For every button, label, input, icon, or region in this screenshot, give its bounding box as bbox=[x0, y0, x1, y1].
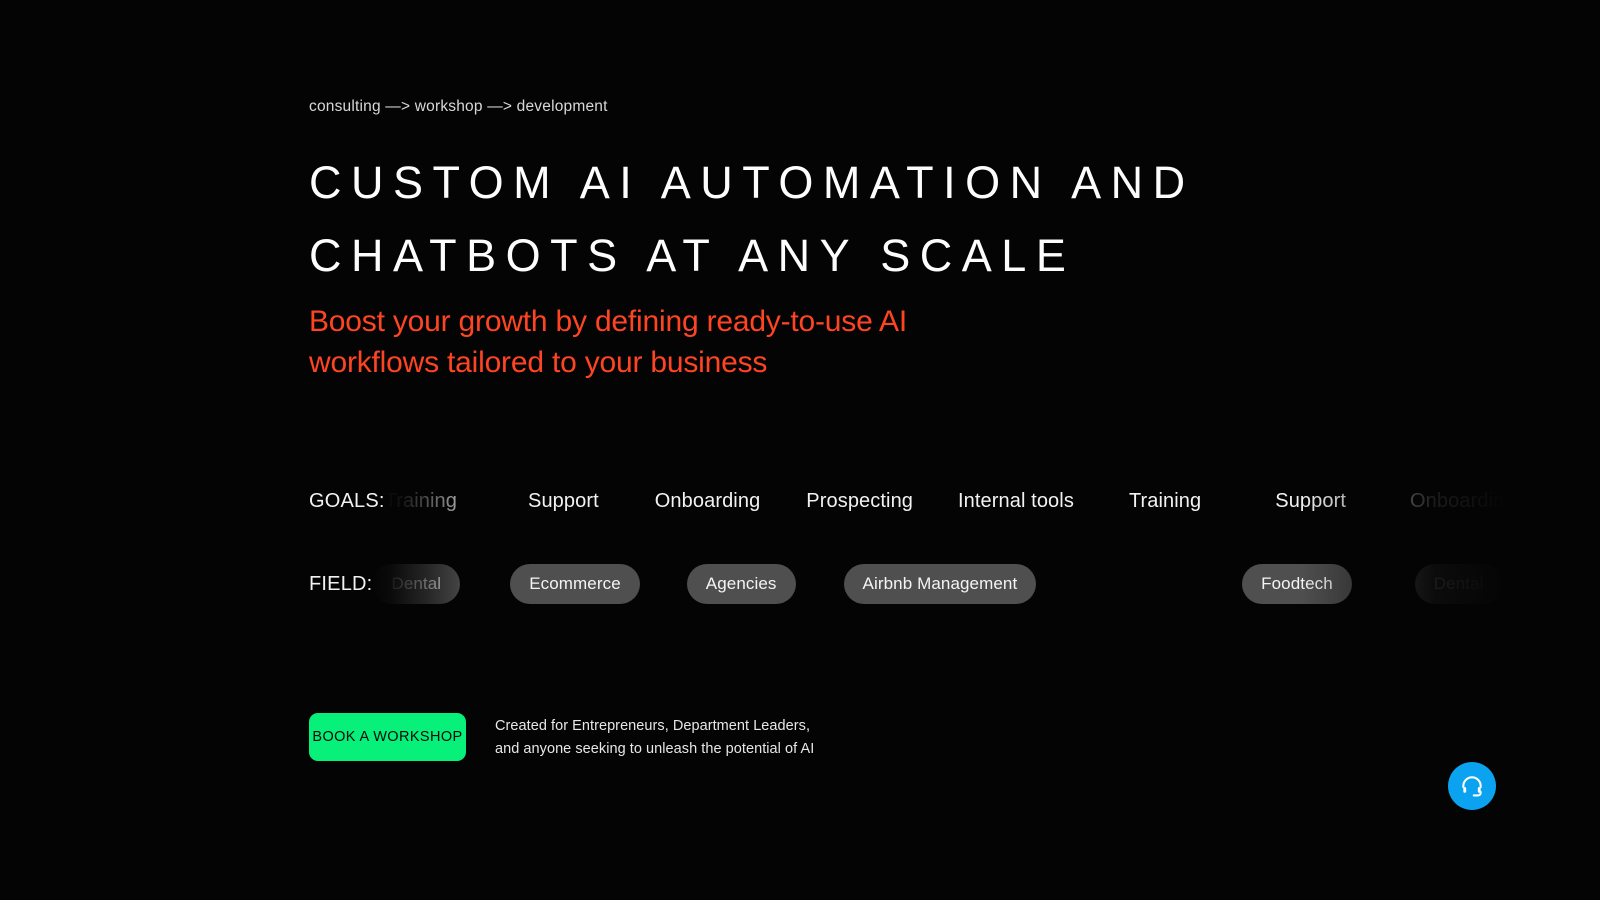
cta-row: BOOK A WORKSHOP Created for Entrepreneur… bbox=[309, 713, 814, 761]
field-chip[interactable]: Dental bbox=[372, 564, 461, 604]
field-chip-hidden: Pet services bbox=[1084, 564, 1216, 604]
goal-item[interactable]: Onboarding bbox=[1410, 490, 1516, 513]
field-row: FIELD: Dental Ecommerce Agencies Airbnb Man… bbox=[309, 563, 1600, 605]
field-track[interactable]: Dental Ecommerce Agencies Airbnb Management… bbox=[372, 563, 1503, 605]
field-chip[interactable]: Ecommerce bbox=[510, 564, 640, 604]
goal-item[interactable]: Training bbox=[1129, 490, 1201, 513]
page-title: CUSTOM AI AUTOMATION AND CHATBOTS AT ANY… bbox=[309, 157, 1195, 281]
goal-item[interactable]: Onboarding bbox=[655, 490, 761, 513]
goals-row: GOALS: Training Support Onboarding Prospect… bbox=[309, 484, 1600, 518]
goals-track-wrap: Training Support Onboarding Prospecting Inte… bbox=[384, 484, 1600, 518]
field-track-wrap: Dental Ecommerce Agencies Airbnb Management… bbox=[372, 563, 1600, 605]
field-chip[interactable]: Airbnb Management bbox=[843, 564, 1037, 604]
support-chat-button[interactable] bbox=[1448, 762, 1496, 810]
goal-item[interactable]: Support bbox=[1275, 490, 1346, 513]
goal-item[interactable]: Support bbox=[528, 490, 599, 513]
field-label: FIELD: bbox=[309, 572, 373, 595]
cta-note: Created for Entrepreneurs, Department Le… bbox=[495, 718, 815, 757]
field-chip[interactable]: Agencies bbox=[686, 564, 796, 604]
landing-page: consulting —> workshop —> development CU… bbox=[0, 0, 1600, 900]
goal-item[interactable]: Training bbox=[385, 490, 457, 513]
book-a-workshop-button[interactable]: BOOK A WORKSHOP bbox=[309, 713, 466, 761]
goal-item[interactable]: Internal tools bbox=[958, 490, 1074, 513]
field-chip[interactable]: Dental bbox=[1414, 564, 1503, 604]
page-subtitle: Boost your growth by defining ready-to-u… bbox=[309, 305, 908, 379]
breadcrumb: consulting —> workshop —> development bbox=[309, 98, 608, 115]
field-chip[interactable]: Foodtech bbox=[1242, 564, 1352, 604]
goals-label: GOALS: bbox=[309, 489, 385, 512]
goals-track[interactable]: Training Support Onboarding Prospecting Inte… bbox=[385, 484, 1516, 518]
goal-item[interactable]: Prospecting bbox=[806, 490, 913, 513]
headset-icon bbox=[1459, 773, 1485, 799]
